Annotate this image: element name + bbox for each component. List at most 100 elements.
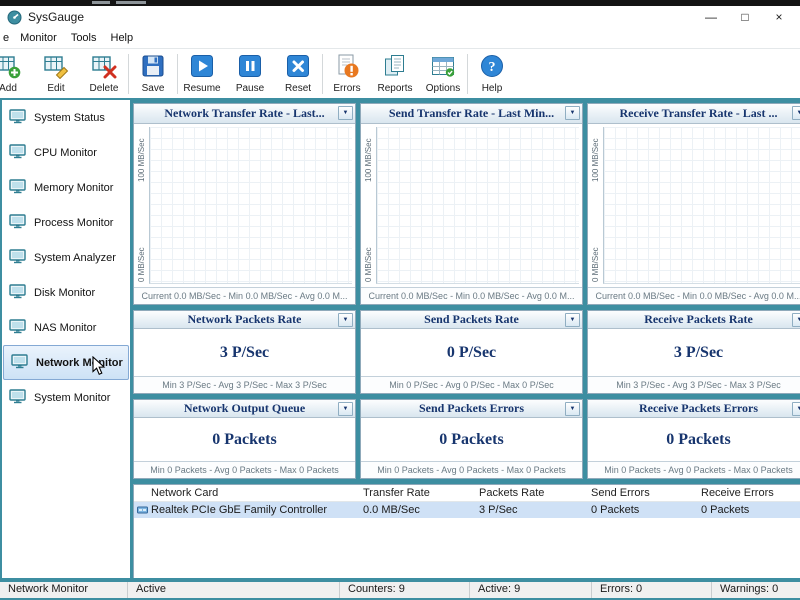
delete-button[interactable]: Delete — [80, 49, 128, 94]
cell-send-errors: 0 Packets — [591, 504, 640, 516]
sidebar-item-label: Memory Monitor — [34, 181, 114, 194]
chart-area: 100 MB/Sec 0 MB/Sec — [361, 124, 582, 287]
pause-label: Pause — [235, 83, 265, 94]
sidebar-item-disk-monitor[interactable]: Disk Monitor — [2, 275, 130, 310]
edit-icon — [43, 53, 69, 82]
panel-title: Receive Transfer Rate - Last ... — [619, 106, 778, 120]
sidebar-item-label: Network Monitor — [36, 356, 123, 369]
panel-title: Send Packets Rate — [424, 312, 519, 326]
monitor-icon — [9, 283, 27, 302]
table-header-row: Network Card Transfer Rate Packets Rate … — [134, 485, 800, 502]
errors-label: Errors — [333, 83, 361, 94]
column-header-receive-errors[interactable]: Receive Errors — [701, 485, 774, 501]
column-header-transfer-rate[interactable]: Transfer Rate — [363, 485, 430, 501]
pause-button[interactable]: Pause — [226, 49, 274, 94]
add-button[interactable]: Add — [0, 49, 32, 94]
sidebar-item-system-analyzer[interactable]: System Analyzer — [2, 240, 130, 275]
help-label: Help — [481, 83, 503, 94]
sidebar-item-cpu-monitor[interactable]: CPU Monitor — [2, 135, 130, 170]
panel-header: Receive Packets Errors ▼ — [588, 400, 800, 418]
options-button[interactable]: Options — [419, 49, 467, 94]
reset-button[interactable]: Reset — [274, 49, 322, 94]
delete-label: Delete — [89, 83, 119, 94]
panel-menu-button[interactable]: ▼ — [338, 402, 353, 416]
save-button[interactable]: Save — [129, 49, 177, 94]
minimize-button[interactable]: — — [694, 6, 728, 28]
menubar: e Monitor Tools Help — [0, 28, 800, 48]
sidebar-item-label: System Analyzer — [34, 251, 116, 264]
network-card-table: Network Card Transfer Rate Packets Rate … — [133, 484, 800, 578]
receive-packets-errors-panel: Receive Packets Errors ▼ 0 Packets Min 0… — [587, 399, 800, 479]
panel-menu-button[interactable]: ▼ — [565, 106, 580, 120]
statusbar: Network Monitor Active Counters: 9 Activ… — [0, 580, 800, 600]
cell-receive-errors: 0 Packets — [701, 504, 750, 516]
panel-menu-button[interactable]: ▼ — [565, 313, 580, 327]
close-button[interactable]: × — [762, 6, 796, 28]
send-packets-rate-panel: Send Packets Rate ▼ 0 P/Sec Min 0 P/Sec … — [360, 310, 583, 394]
chart-stats-footer: Current 0.0 MB/Sec - Min 0.0 MB/Sec - Av… — [588, 287, 800, 304]
panel-menu-button[interactable]: ▼ — [792, 402, 800, 416]
delete-icon — [91, 53, 117, 82]
chevron-down-icon: ▼ — [796, 406, 800, 412]
pause-icon — [237, 53, 263, 82]
panel-header: Send Transfer Rate - Last Min... ▼ — [361, 104, 582, 124]
column-header-network-card[interactable]: Network Card — [151, 485, 218, 501]
help-icon: ? — [479, 53, 505, 82]
gauge-value: 3 P/Sec — [219, 343, 270, 361]
column-header-packets-rate[interactable]: Packets Rate — [479, 485, 544, 501]
gauge-value: 3 P/Sec — [673, 343, 724, 361]
status-counters: Counters: 9 — [340, 582, 470, 598]
sidebar-item-memory-monitor[interactable]: Memory Monitor — [2, 170, 130, 205]
chart-stats-footer: Current 0.0 MB/Sec - Min 0.0 MB/Sec - Av… — [134, 287, 355, 304]
maximize-button[interactable]: □ — [728, 6, 762, 28]
monitor-icon — [9, 388, 27, 407]
gauge-stats-footer: Min 0 P/Sec - Avg 0 P/Sec - Max 0 P/Sec — [361, 376, 582, 393]
resume-label: Resume — [183, 83, 221, 94]
menu-item-file-clipped[interactable]: e — [0, 30, 13, 46]
app-icon — [7, 10, 22, 25]
gauge-value: 0 Packets — [666, 430, 731, 448]
monitor-icon — [11, 353, 29, 372]
background-window-glyph — [92, 1, 110, 4]
chart-plot-grid — [149, 127, 352, 284]
panel-menu-button[interactable]: ▼ — [338, 313, 353, 327]
reports-button[interactable]: Reports — [371, 49, 419, 94]
reset-icon — [285, 53, 311, 82]
menu-item-monitor[interactable]: Monitor — [13, 30, 64, 46]
sidebar-item-system-monitor[interactable]: System Monitor — [2, 380, 130, 415]
chevron-down-icon: ▼ — [569, 110, 576, 116]
resume-icon — [189, 53, 215, 82]
gauge-value: 0 P/Sec — [446, 343, 497, 361]
menu-item-help[interactable]: Help — [104, 30, 141, 46]
status-warnings: Warnings: 0 — [720, 583, 779, 595]
window-title: SysGauge — [28, 10, 85, 24]
status-module-name: Network Monitor — [0, 582, 128, 598]
panel-header: Network Packets Rate ▼ — [134, 311, 355, 329]
sidebar-item-nas-monitor[interactable]: NAS Monitor — [2, 310, 130, 345]
sidebar-item-label: Disk Monitor — [34, 286, 96, 299]
errors-button[interactable]: Errors — [323, 49, 371, 94]
panel-menu-button[interactable]: ▼ — [565, 402, 580, 416]
column-header-send-errors[interactable]: Send Errors — [591, 485, 650, 501]
monitor-icon — [9, 248, 27, 267]
background-window-glyph — [116, 1, 146, 4]
sidebar-item-process-monitor[interactable]: Process Monitor — [2, 205, 130, 240]
add-label: Add — [0, 83, 17, 94]
resume-button[interactable]: Resume — [178, 49, 226, 94]
y-axis-min-label: 0 MB/Sec — [364, 247, 373, 282]
panel-menu-button[interactable]: ▼ — [338, 106, 353, 120]
help-button[interactable]: ? Help — [468, 49, 516, 94]
sidebar-item-system-status[interactable]: System Status — [2, 100, 130, 135]
chart-plot-grid — [376, 127, 579, 284]
sidebar-item-label: CPU Monitor — [34, 146, 97, 159]
cell-packets-rate: 3 P/Sec — [479, 504, 518, 516]
monitor-icon — [9, 213, 27, 232]
edit-button[interactable]: Edit — [32, 49, 80, 94]
cell-network-card-name: Realtek PCIe GbE Family Controller — [151, 504, 328, 516]
panel-menu-button[interactable]: ▼ — [792, 313, 800, 327]
panel-menu-button[interactable]: ▼ — [792, 106, 800, 120]
sidebar-item-network-monitor[interactable]: Network Monitor — [3, 345, 129, 380]
menu-item-tools[interactable]: Tools — [64, 30, 104, 46]
gauge-stats-footer: Min 0 Packets - Avg 0 Packets - Max 0 Pa… — [361, 461, 582, 478]
table-row[interactable]: Realtek PCIe GbE Family Controller 0.0 M… — [134, 502, 800, 518]
